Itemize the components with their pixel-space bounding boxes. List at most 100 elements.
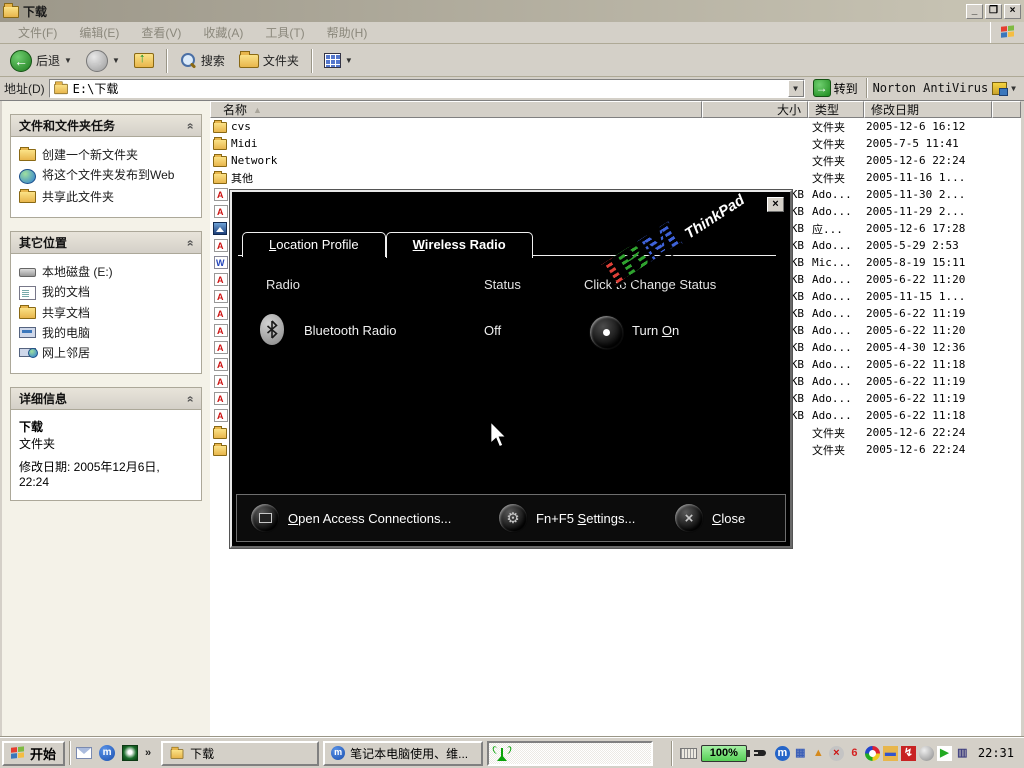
up-button[interactable] [130,51,158,70]
column-headers: 名称 ▲ 大小 类型 修改日期 [210,101,1021,118]
window-titlebar[interactable]: 下载 _ ❐ × [0,0,1024,22]
pdf-file-icon [214,273,228,286]
dialog-close-footer-button[interactable]: × Close [675,504,745,532]
address-dropdown-button[interactable]: ▼ [788,80,804,97]
taskbar-task-maxthon[interactable]: m 笔记本电脑使用、维... [323,741,483,766]
other-places-title: 其它位置 [19,234,67,251]
outlook-express-icon[interactable] [76,747,92,759]
details-modified-line1: 修改日期: 2005年12月6日, [19,460,195,475]
search-button[interactable]: 搜索 [175,50,229,72]
fn-f5-settings-button[interactable]: ⚙ Fn+F5 Settings... [499,504,635,532]
norton-caret-icon[interactable]: ▼ [1011,84,1016,93]
doc-file-icon [214,256,228,269]
lightning-tray-icon[interactable]: ↯ [901,746,916,761]
tab-wireless-radio[interactable]: Wireless Radio [386,232,533,258]
other-places-header[interactable]: 其它位置 » [11,232,201,254]
file-date: 2005-6-22 11:19 [864,375,992,388]
close-button[interactable]: × [1004,4,1021,19]
views-caret-icon[interactable]: ▼ [345,56,353,65]
file-tasks-header[interactable]: 文件和文件夹任务 » [11,115,201,137]
collapse-chevron-icon[interactable]: » [183,395,197,402]
menu-edit[interactable]: 编辑(E) [69,22,129,43]
task-share-folder[interactable]: 共享此文件夹 [19,187,195,207]
maxthon-icon[interactable]: m [99,745,115,761]
task-new-folder[interactable]: 创建一个新文件夹 [19,145,195,165]
dialog-close-button[interactable]: × [767,197,784,212]
file-date: 2005-12-6 16:12 [864,120,992,133]
quick-launch-overflow[interactable]: » [145,747,151,759]
collapse-chevron-icon[interactable]: » [183,122,197,129]
battery-indicator[interactable]: 100% [701,745,747,762]
file-type: Ado... [808,307,864,320]
file-name: 其他 [231,170,253,186]
error-ball-tray-icon[interactable]: × [829,746,844,761]
views-button[interactable]: ▼ [320,51,357,70]
file-date: 2005-5-29 2:53 [864,239,992,252]
acdsee-icon[interactable] [122,745,138,761]
norton-antivirus-button[interactable]: Norton AntiVirus ▼ [866,78,1022,98]
address-label: 地址(D) [4,80,45,97]
swirl-tray-icon[interactable] [865,746,880,761]
place-network[interactable]: 网上邻居 [19,343,195,363]
collapse-chevron-icon[interactable]: » [183,239,197,246]
place-local-disk[interactable]: 本地磁盘 (E:) [19,262,195,282]
table-row[interactable]: cvs文件夹2005-12-6 16:12 [210,118,1021,135]
monitor-tray-icon[interactable]: ▥ [955,746,970,761]
menu-view[interactable]: 查看(V) [131,22,191,43]
menu-tools[interactable]: 工具(T) [255,22,314,43]
go-label: 转到 [834,80,858,97]
forward-caret-icon[interactable]: ▼ [112,56,120,65]
back-icon: ← [10,50,32,72]
place-my-documents[interactable]: 我的文档 [19,282,195,303]
file-type: 文件夹 [808,442,864,458]
place-my-computer[interactable]: 我的电脑 [19,323,195,343]
dialog-tabs: Location Profile Wireless Radio [242,232,533,257]
close-circle-icon: × [675,504,703,532]
address-input[interactable]: E:\下载 ▼ [49,79,805,98]
details-header[interactable]: 详细信息 » [11,388,201,410]
taskbar-task-downloads[interactable]: 下载 [161,741,319,766]
details-folder-name: 下载 [19,418,195,435]
place-shared-documents[interactable]: 共享文档 [19,303,195,323]
menu-help[interactable]: 帮助(H) [317,22,378,43]
turn-on-label[interactable]: Turn On [632,323,679,338]
column-header-size[interactable]: 大小 [702,101,808,118]
table-row[interactable]: 其他文件夹2005-11-16 1... [210,169,1021,186]
start-button[interactable]: 开始 [2,741,65,766]
column-header-modified[interactable]: 修改日期 [864,101,992,118]
back-caret-icon[interactable]: ▼ [64,56,72,65]
file-type: 文件夹 [808,153,864,169]
forward-button[interactable]: → ▼ [82,48,124,74]
red-six-tray-icon[interactable]: 6 [847,746,862,761]
back-button[interactable]: ← 后退 ▼ [6,48,76,74]
table-row[interactable]: Network文件夹2005-12-6 22:24 [210,152,1021,169]
file-date: 2005-11-30 2... [864,188,992,201]
device-status: Off [484,323,501,338]
column-header-type[interactable]: 类型 [808,101,864,118]
table-row[interactable]: Midi文件夹2005-7-5 11:41 [210,135,1021,152]
keyboard-layout-icon[interactable] [680,748,697,759]
folders-button[interactable]: 文件夹 [235,50,303,71]
media-player-tray-icon[interactable]: ▶ [937,746,952,761]
column-header-name[interactable]: 名称 ▲ [210,101,702,118]
menu-file[interactable]: 文件(F) [8,22,67,43]
display-settings-tray-icon[interactable]: ▬ [883,746,898,761]
file-date: 2005-6-22 11:20 [864,273,992,286]
device-name: Bluetooth Radio [304,323,397,338]
open-access-connections-button[interactable]: Open Access Connections... [251,504,451,532]
maxthon-tray-icon[interactable]: m [775,746,790,761]
acdsee-tray-icon[interactable]: ▲ [811,746,826,761]
minimize-button[interactable]: _ [966,4,983,19]
tab-location-profile[interactable]: Location Profile [242,232,386,257]
taskbar-task-wireless[interactable] [487,741,653,766]
task-publish-web[interactable]: 将这个文件夹发布到Web [19,165,195,187]
network-computers-tray-icon[interactable]: ▦ [793,746,808,761]
gray-sphere-tray-icon[interactable] [919,746,934,761]
restore-button[interactable]: ❐ [985,4,1002,19]
turn-on-button[interactable] [590,316,623,349]
search-icon [179,52,197,70]
go-button[interactable]: → 转到 [809,79,862,97]
menu-favorites[interactable]: 收藏(A) [193,22,253,43]
file-tasks-title: 文件和文件夹任务 [19,117,115,134]
window-folder-icon [3,6,19,18]
